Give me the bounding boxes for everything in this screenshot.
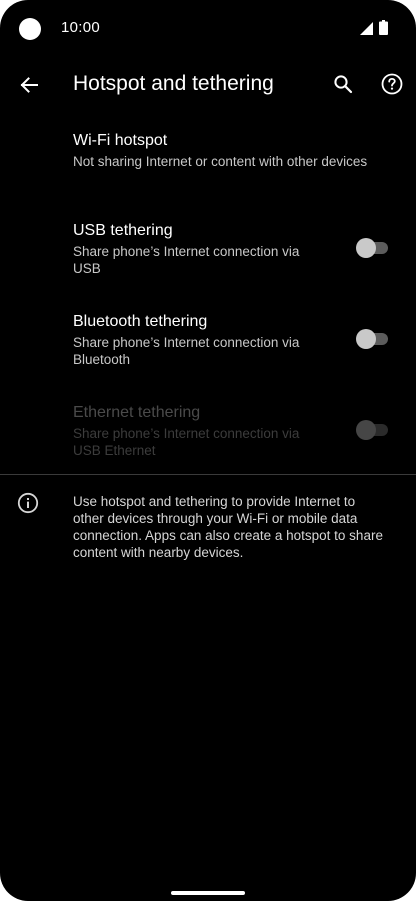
battery-icon [379, 20, 388, 35]
wifi-hotspot-title: Wi-Fi hotspot [73, 132, 168, 149]
help-button[interactable] [377, 69, 407, 99]
usb-tethering-summary: Share phone’s Internet connection via US… [73, 244, 300, 276]
ethernet-tethering-title: Ethernet tethering [73, 404, 201, 421]
wifi-hotspot-preference[interactable]: Wi-Fi hotspot Not sharing Internet or co… [0, 122, 416, 194]
info-icon [17, 492, 39, 514]
switch-thumb [356, 420, 376, 440]
search-button[interactable] [329, 70, 357, 98]
switch-thumb [356, 329, 376, 349]
bluetooth-tethering-preference[interactable]: Bluetooth tethering Share phone’s Intern… [0, 303, 416, 383]
usb-tethering-switch[interactable] [356, 238, 388, 258]
status-time: 10:00 [61, 19, 101, 36]
page-title: Hotspot and tethering [73, 72, 274, 95]
gesture-nav-handle[interactable] [171, 891, 245, 895]
bluetooth-tethering-summary: Share phone’s Internet connection via Bl… [73, 335, 300, 367]
app-bar: Hotspot and tethering [0, 58, 416, 114]
signal-icon [360, 22, 373, 35]
ethernet-tethering-switch [356, 420, 388, 440]
divider [0, 474, 416, 475]
switch-thumb [356, 238, 376, 258]
phone-screen: 10:00 Hotspot and tethering Wi-Fi hotspo… [0, 0, 416, 901]
bluetooth-tethering-title: Bluetooth tethering [73, 313, 208, 330]
footer-info-text: Use hotspot and tethering to provide Int… [73, 494, 383, 560]
search-icon [334, 75, 353, 94]
ethernet-tethering-summary: Share phone’s Internet connection via US… [73, 426, 300, 458]
bluetooth-tethering-switch[interactable] [356, 329, 388, 349]
camera-cutout [19, 18, 41, 40]
arrow-back-icon [20, 77, 38, 93]
ethernet-tethering-preference: Ethernet tethering Share phone’s Interne… [0, 394, 416, 474]
back-button[interactable] [14, 70, 44, 100]
wifi-hotspot-summary: Not sharing Internet or content with oth… [73, 154, 368, 169]
help-icon [381, 73, 403, 95]
usb-tethering-preference[interactable]: USB tethering Share phone’s Internet con… [0, 212, 416, 292]
usb-tethering-title: USB tethering [73, 222, 173, 239]
status-bar: 10:00 [0, 0, 416, 58]
